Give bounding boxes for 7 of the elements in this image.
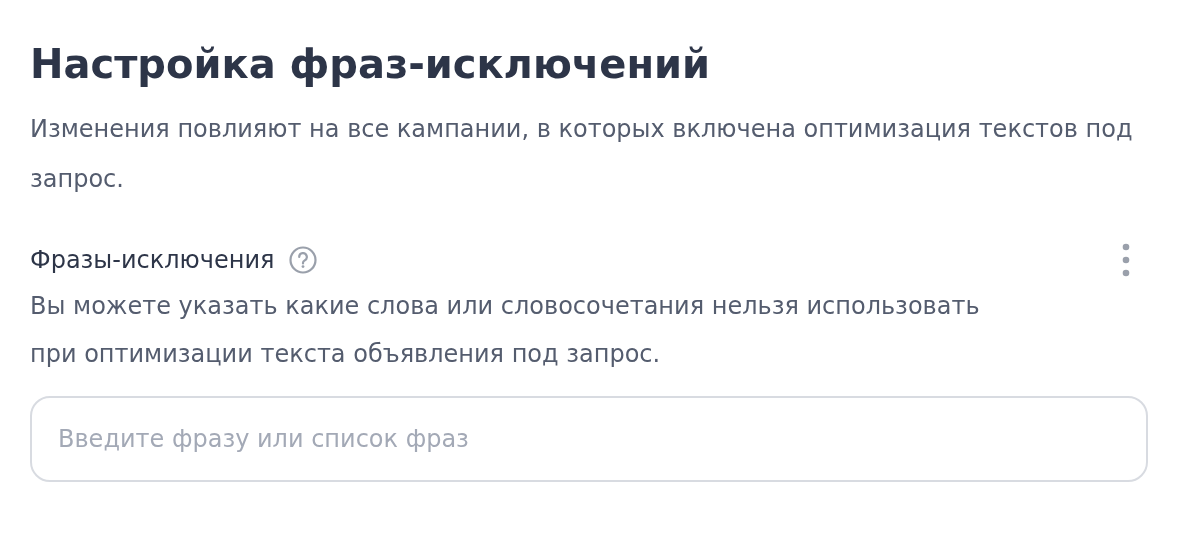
- section-label: Фразы-исключения: [30, 246, 275, 274]
- more-icon[interactable]: [1122, 243, 1130, 277]
- page-title: Настройка фраз-исключений: [30, 40, 712, 89]
- section-description: Вы можете указать какие слова или словосочетания нельзя использовать при оптимизации текста объявления под запрос.: [30, 291, 981, 370]
- subtitle: Изменения повлияют на все кампании, в которых включена оптимизация текстов под запрос.: [30, 114, 1134, 195]
- phrase-input-field[interactable]: Введите фразу или список фраз: [30, 396, 1148, 482]
- help-icon[interactable]: [288, 245, 319, 275]
